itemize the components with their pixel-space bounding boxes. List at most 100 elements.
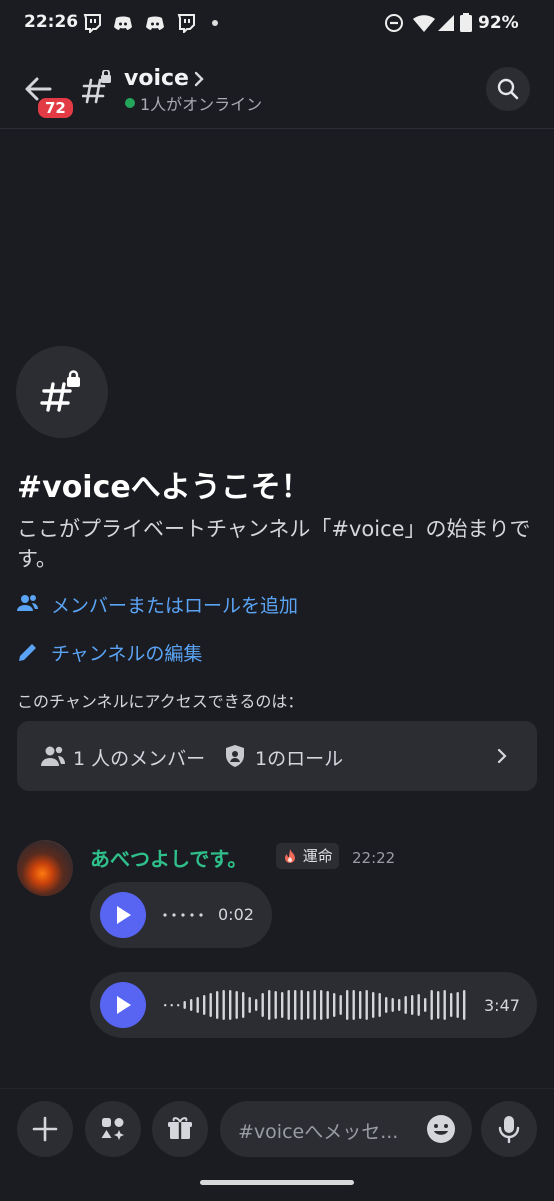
members-icon <box>41 746 65 766</box>
waveform-bar <box>222 990 225 1020</box>
waveform <box>164 990 466 1020</box>
status-bar: 22:26 92% <box>0 0 554 48</box>
search-button[interactable] <box>486 67 530 111</box>
avatar[interactable] <box>17 840 73 896</box>
plus-icon <box>32 1116 58 1142</box>
waveform-bar <box>196 997 199 1013</box>
search-icon <box>497 78 519 100</box>
waveform-bar <box>209 993 212 1017</box>
roles-count: 1のロール <box>255 748 344 770</box>
apps-button[interactable] <box>85 1101 141 1157</box>
microphone-icon <box>498 1116 520 1143</box>
waveform-bar <box>398 999 401 1011</box>
twitch-icon <box>177 14 195 33</box>
waveform-bar <box>229 990 232 1020</box>
waveform-bar <box>450 993 453 1017</box>
wifi-icon <box>413 15 435 32</box>
waveform-bar <box>333 993 336 1017</box>
waveform-bar <box>164 1004 167 1007</box>
voice-duration: 0:02 <box>218 905 254 924</box>
play-button[interactable] <box>100 982 146 1028</box>
voice-record-button[interactable] <box>481 1101 537 1157</box>
flame-icon <box>285 849 295 863</box>
waveform-bar <box>339 995 342 1015</box>
waveform-bar <box>216 991 219 1019</box>
online-indicator <box>125 98 135 108</box>
battery-percent: 92% <box>478 13 519 33</box>
status-time: 22:26 <box>24 12 79 32</box>
apps-icon <box>101 1118 124 1140</box>
waveform-bar <box>255 999 258 1011</box>
edit-channel-label: チャンネルの編集 <box>51 643 203 665</box>
waveform-bar <box>372 992 375 1018</box>
waveform-bar <box>287 990 290 1020</box>
waveform-bar <box>170 1004 173 1007</box>
message-timestamp: 22:22 <box>352 849 396 867</box>
chevron-right-icon <box>194 71 204 87</box>
waveform-bar <box>417 994 420 1016</box>
waveform-bar <box>430 990 433 1020</box>
welcome-description: ここがプライベートチャンネル「#voice」の始まりです。 <box>17 517 531 571</box>
emoji-icon[interactable] <box>426 1114 456 1144</box>
shield-icon <box>226 745 244 767</box>
play-button[interactable] <box>100 892 146 938</box>
role-tag: 運命 <box>276 843 339 869</box>
role-tag-label: 運命 <box>302 847 333 865</box>
waveform-bar <box>235 991 238 1019</box>
waveform <box>163 913 203 917</box>
waveform-bar <box>268 990 271 1020</box>
voice-message: 3:47 <box>90 972 537 1038</box>
members-count: 1 人のメンバー <box>73 748 206 770</box>
waveform-bar <box>378 993 381 1017</box>
add-attachment-button[interactable] <box>17 1101 73 1157</box>
waveform-bar <box>190 999 193 1011</box>
play-icon <box>117 996 131 1014</box>
waveform-bar <box>203 995 206 1015</box>
channel-header: 72 voice 1人がオンライン <box>0 50 554 129</box>
waveform-bar <box>274 991 277 1019</box>
members-icon <box>17 595 38 611</box>
waveform-bar <box>261 993 264 1017</box>
play-icon <box>117 906 131 924</box>
message-input-placeholder: #voiceへメッセ... <box>238 1121 399 1143</box>
gift-icon <box>168 1117 192 1139</box>
battery-icon <box>460 13 472 32</box>
add-members-link[interactable]: メンバーまたはロールを追加 <box>17 589 347 619</box>
waveform-bar <box>463 990 466 1020</box>
edit-channel-link[interactable]: チャンネルの編集 <box>17 637 237 667</box>
waveform-bar <box>437 991 440 1019</box>
message-author[interactable]: あべつよしです。 <box>90 843 247 872</box>
waveform-bar <box>352 990 355 1020</box>
unread-badge: 72 <box>36 96 75 120</box>
locked-channel-icon <box>82 70 111 104</box>
waveform-bar <box>385 997 388 1013</box>
waveform-bar <box>346 990 349 1020</box>
waveform-bar <box>307 991 310 1019</box>
waveform-bar <box>183 1001 186 1009</box>
online-count: 1人がオンライン <box>140 95 263 114</box>
add-members-label: メンバーまたはロールを追加 <box>51 595 299 617</box>
gift-button[interactable] <box>152 1101 208 1157</box>
waveform-bar <box>443 990 446 1020</box>
channel-avatar <box>16 346 108 438</box>
channel-access-card[interactable]: 1 人のメンバー 1のロール <box>17 721 537 791</box>
waveform-bar <box>456 992 459 1018</box>
home-indicator[interactable] <box>200 1180 354 1185</box>
waveform-bar <box>424 998 427 1012</box>
voice-message: 0:02 <box>90 882 272 948</box>
waveform-bar <box>177 1004 180 1007</box>
discord-icon <box>146 16 164 30</box>
dnd-icon <box>385 14 403 32</box>
welcome-title: #voiceへようこそ！ <box>17 470 311 505</box>
channel-name[interactable]: voice <box>124 66 189 91</box>
waveform-bar <box>242 992 245 1018</box>
locked-channel-icon <box>40 370 80 412</box>
waveform-bar <box>294 990 297 1020</box>
twitch-icon <box>83 14 101 33</box>
discord-icon <box>114 16 132 30</box>
waveform-bar <box>365 990 368 1020</box>
message-input[interactable]: #voiceへメッセ... <box>220 1101 472 1157</box>
waveform-bar <box>248 997 251 1013</box>
notification-dot-icon <box>212 20 218 26</box>
voice-duration: 3:47 <box>484 996 520 1015</box>
